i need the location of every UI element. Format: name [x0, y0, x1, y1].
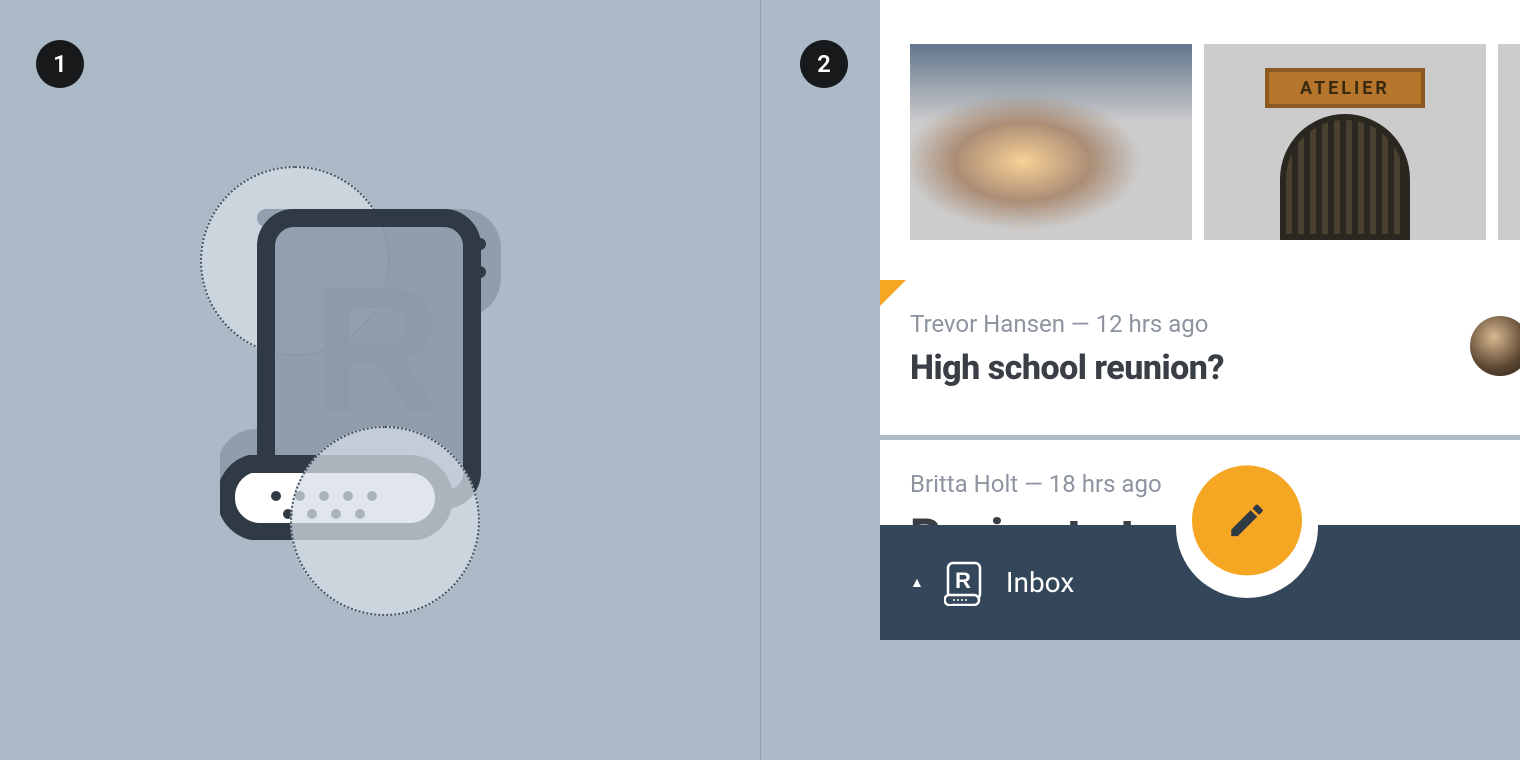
- sign-text: ATELIER: [1300, 78, 1390, 99]
- step-badge-1: 1: [36, 40, 84, 88]
- unread-indicator: [880, 280, 906, 306]
- chevron-up-icon[interactable]: ▲: [910, 574, 924, 591]
- step-number: 1: [53, 50, 67, 78]
- message-subject: High school reunion?: [910, 348, 1480, 388]
- image-gallery[interactable]: ATELIER: [910, 44, 1520, 240]
- reply-logo-small-icon: R: [944, 560, 986, 606]
- atelier-sign: ATELIER: [1265, 68, 1425, 108]
- gallery-thumb[interactable]: [910, 44, 1192, 240]
- toolbar-label: Inbox: [1006, 566, 1074, 599]
- message-time: 18 hrs ago: [1049, 470, 1162, 498]
- compose-button[interactable]: [1192, 465, 1302, 575]
- pencil-icon: [1226, 499, 1268, 541]
- gallery-thumb[interactable]: [1498, 44, 1520, 240]
- message-card[interactable]: Trevor Hansen — 12 hrs ago High school r…: [880, 280, 1520, 435]
- step-badge-2: 2: [800, 40, 848, 88]
- message-meta: Trevor Hansen — 12 hrs ago: [910, 310, 1480, 338]
- logo-anatomy: R: [190, 160, 570, 620]
- step-number: 2: [817, 50, 831, 78]
- anatomy-circle-bottom: [290, 426, 480, 616]
- gallery-thumb[interactable]: ATELIER: [1204, 44, 1486, 240]
- svg-text:R: R: [955, 568, 971, 593]
- message-author: Britta Holt: [910, 470, 1018, 498]
- logo-letter: R: [312, 250, 442, 451]
- message-card-expanded[interactable]: ATELIER: [880, 0, 1520, 280]
- message-author: Trevor Hansen: [910, 310, 1065, 338]
- inbox-preview: ATELIER Trevor Hansen — 12 hrs ago High …: [880, 0, 1520, 640]
- compose-fab-backplate: [1176, 456, 1318, 598]
- panel-divider: [760, 0, 761, 760]
- message-time: 12 hrs ago: [1096, 310, 1209, 338]
